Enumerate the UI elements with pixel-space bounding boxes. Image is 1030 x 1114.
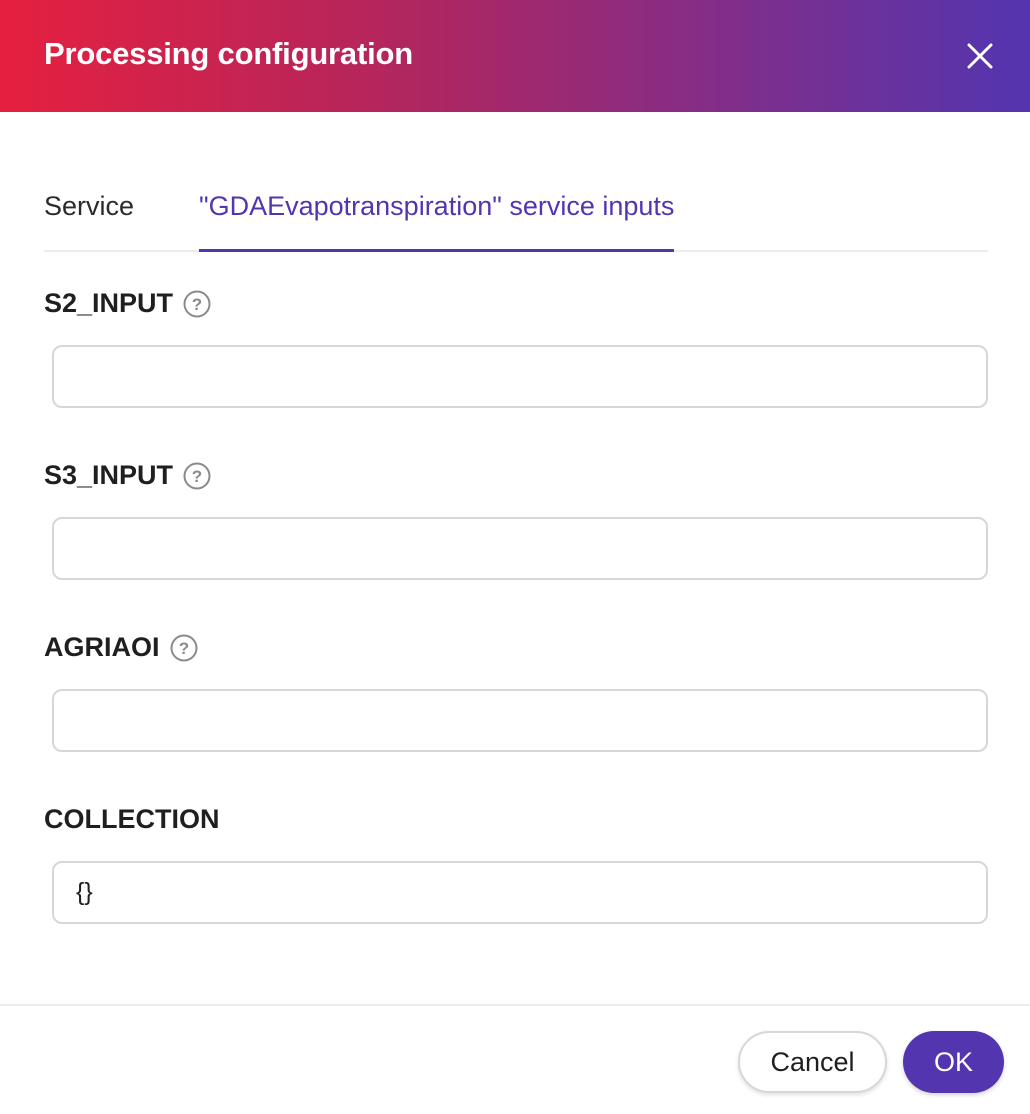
field-label-text: AGRIAOI	[44, 632, 160, 662]
dialog-header: Processing configuration	[0, 0, 1030, 112]
tab-service[interactable]: Service	[44, 180, 134, 252]
close-button[interactable]	[960, 36, 1000, 76]
field-label-s2-input: S2_INPUT ?	[44, 288, 211, 319]
field-label-text: COLLECTION	[44, 804, 220, 834]
svg-text:?: ?	[192, 295, 202, 314]
close-icon	[967, 43, 993, 69]
field-label-text: S3_INPUT	[44, 460, 174, 490]
svg-text:?: ?	[192, 467, 202, 486]
cancel-button[interactable]: Cancel	[738, 1031, 887, 1093]
dialog-title: Processing configuration	[44, 36, 413, 71]
help-icon[interactable]: ?	[183, 462, 211, 490]
svg-text:?: ?	[178, 639, 188, 658]
field-label-collection: COLLECTION	[44, 804, 220, 835]
tab-bar: Service "GDAEvapotranspiration" service …	[44, 180, 988, 252]
field-label-s3-input: S3_INPUT ?	[44, 460, 211, 491]
help-icon[interactable]: ?	[183, 290, 211, 318]
help-icon[interactable]: ?	[170, 634, 198, 662]
tab-service-inputs[interactable]: "GDAEvapotranspiration" service inputs	[199, 180, 675, 252]
collection-field[interactable]	[52, 861, 988, 924]
s3-input-field[interactable]	[52, 517, 988, 580]
footer-divider	[0, 1004, 1030, 1006]
s2-input-field[interactable]	[52, 345, 988, 408]
agriaoi-field[interactable]	[52, 689, 988, 752]
field-label-agriaoi: AGRIAOI ?	[44, 632, 198, 663]
field-label-text: S2_INPUT	[44, 288, 174, 318]
ok-button[interactable]: OK	[903, 1031, 1004, 1093]
